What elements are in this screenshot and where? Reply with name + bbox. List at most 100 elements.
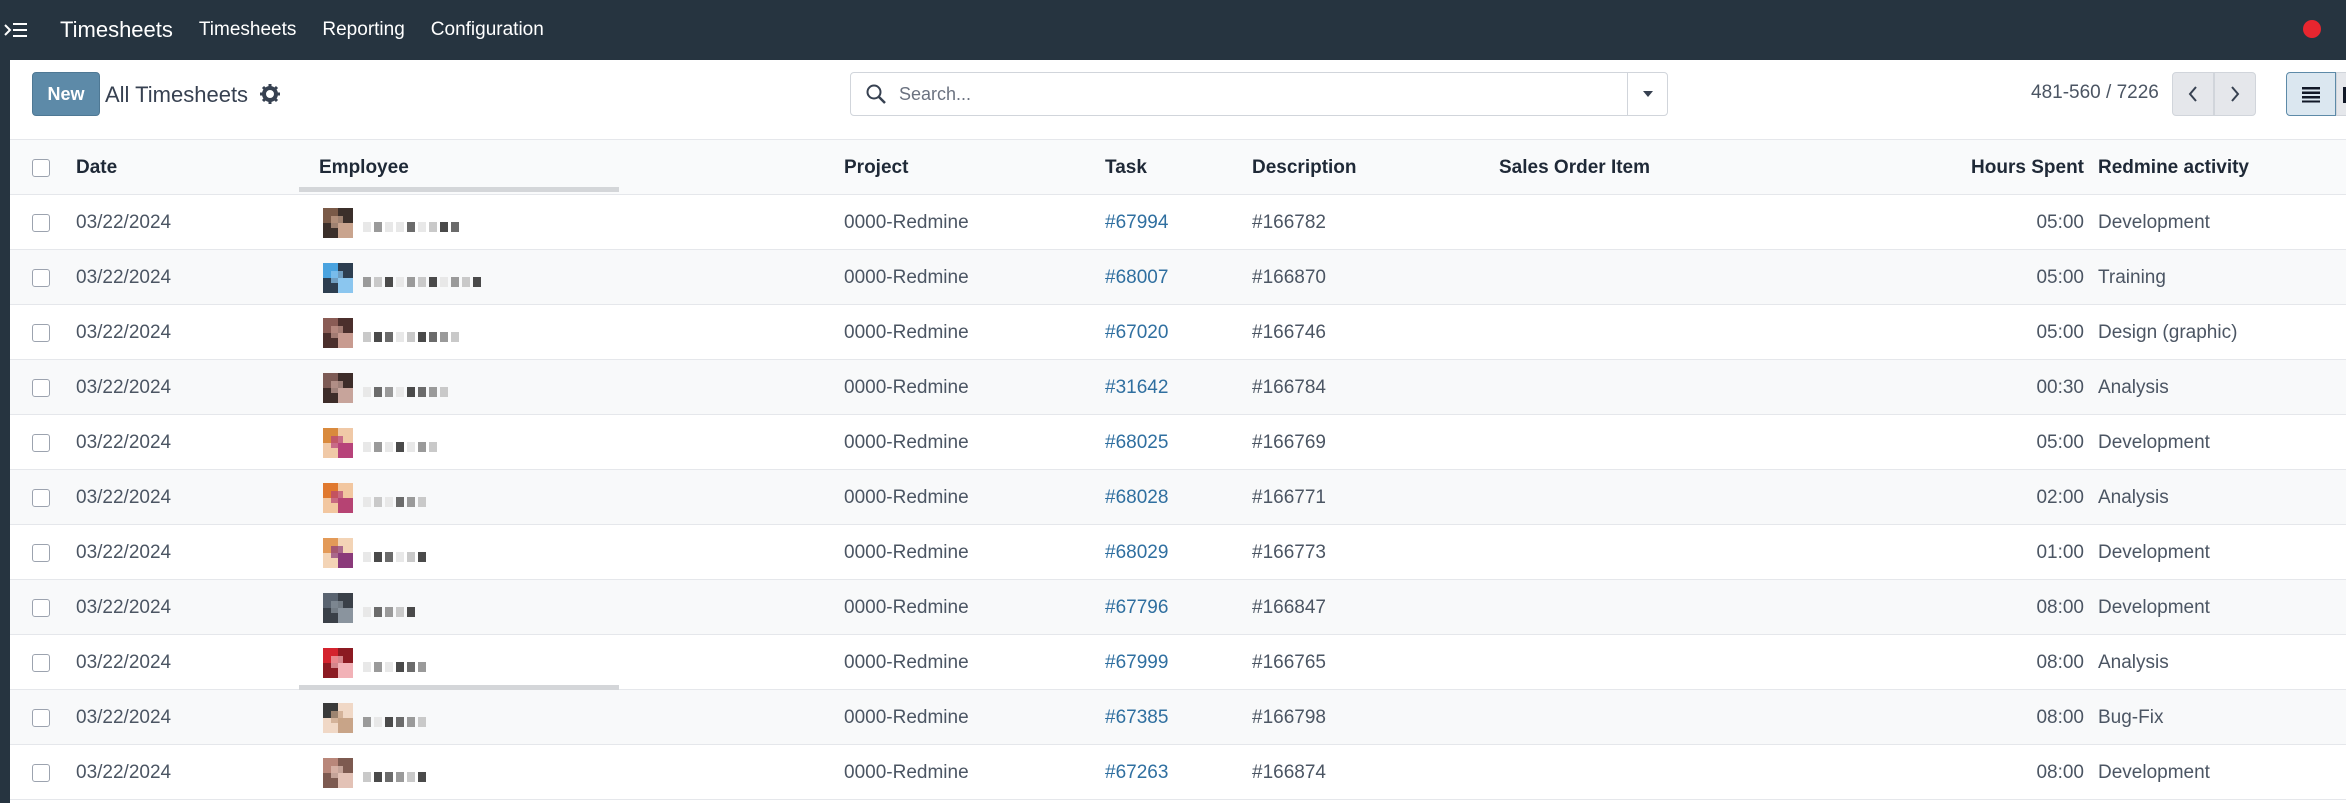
cell-date[interactable]: 03/22/2024 [76,745,171,800]
table-row[interactable]: 03/22/2024 0000-Redmine #67994 #166782 05:00… [10,195,2346,250]
cell-project[interactable]: 0000-Redmine [844,305,969,360]
cell-employee[interactable] [299,195,619,250]
cell-project[interactable]: 0000-Redmine [844,195,969,250]
cell-task-link[interactable]: #68007 [1105,250,1168,305]
cell-project[interactable]: 0000-Redmine [844,690,969,745]
cell-task-link[interactable]: #67994 [1105,195,1168,250]
cell-employee[interactable] [299,745,619,800]
cell-task-link[interactable]: #67263 [1105,745,1168,800]
apps-menu-icon[interactable] [0,0,30,60]
column-header-project[interactable]: Project [844,140,908,195]
cell-redmine-activity[interactable]: Training [2098,250,2166,305]
cell-redmine-activity[interactable]: Analysis [2098,360,2169,415]
table-row[interactable]: 03/22/2024 0000-Redmine #67796 #166847 08:00… [10,580,2346,635]
cell-redmine-activity[interactable]: Analysis [2098,470,2169,525]
row-checkbox[interactable] [32,544,50,562]
cell-redmine-activity[interactable]: Development [2098,580,2210,635]
cell-project[interactable]: 0000-Redmine [844,525,969,580]
cell-date[interactable]: 03/22/2024 [76,415,171,470]
cell-task-link[interactable]: #68029 [1105,525,1168,580]
row-checkbox[interactable] [32,269,50,287]
cell-hours-spent[interactable]: 05:00 [1910,415,2084,470]
cell-project[interactable]: 0000-Redmine [844,635,969,690]
cell-description[interactable]: #166773 [1252,525,1326,580]
cell-redmine-activity[interactable]: Development [2098,525,2210,580]
row-checkbox[interactable] [32,764,50,782]
cell-project[interactable]: 0000-Redmine [844,745,969,800]
cell-redmine-activity[interactable]: Bug-Fix [2098,690,2163,745]
cell-project[interactable]: 0000-Redmine [844,250,969,305]
table-row[interactable]: 03/22/2024 0000-Redmine #68025 #166769 05:00… [10,415,2346,470]
table-row[interactable]: 03/22/2024 0000-Redmine #68007 #166870 05:00… [10,250,2346,305]
cell-redmine-activity[interactable]: Development [2098,415,2210,470]
cell-hours-spent[interactable]: 02:00 [1910,470,2084,525]
cell-hours-spent[interactable]: 08:00 [1910,745,2084,800]
nav-item-timesheets[interactable]: Timesheets [199,19,297,41]
cell-date[interactable]: 03/22/2024 [76,305,171,360]
cell-redmine-activity[interactable]: Design (graphic) [2098,305,2237,360]
column-resize-handle[interactable] [299,187,619,192]
cell-hours-spent[interactable]: 05:00 [1910,305,2084,360]
app-title[interactable]: Timesheets [60,17,173,43]
cell-hours-spent[interactable]: 01:00 [1910,525,2084,580]
cell-description[interactable]: #166769 [1252,415,1326,470]
cell-date[interactable]: 03/22/2024 [76,690,171,745]
table-row[interactable]: 03/22/2024 0000-Redmine #68029 #166773 01:00… [10,525,2346,580]
cell-employee[interactable] [299,580,619,635]
list-view-button[interactable] [2286,72,2336,116]
row-checkbox[interactable] [32,214,50,232]
cell-hours-spent[interactable]: 00:30 [1910,360,2084,415]
select-all-checkbox[interactable] [32,159,50,177]
gear-icon[interactable] [258,82,282,106]
table-row[interactable]: 03/22/2024 0000-Redmine #68028 #166771 02:00… [10,470,2346,525]
pager-previous-button[interactable] [2172,72,2214,116]
row-checkbox[interactable] [32,599,50,617]
cell-date[interactable]: 03/22/2024 [76,195,171,250]
cell-task-link[interactable]: #67999 [1105,635,1168,690]
cell-project[interactable]: 0000-Redmine [844,415,969,470]
pager-value[interactable]: 481-560 / 7226 [2031,82,2159,104]
cell-description[interactable]: #166784 [1252,360,1326,415]
nav-item-configuration[interactable]: Configuration [431,19,544,41]
cell-redmine-activity[interactable]: Development [2098,195,2210,250]
table-row[interactable]: 03/22/2024 0000-Redmine #67999 #166765 08:00… [10,635,2346,690]
cell-project[interactable]: 0000-Redmine [844,470,969,525]
column-header-hours-spent[interactable]: Hours Spent [1910,140,2084,195]
table-row[interactable]: 03/22/2024 0000-Redmine #67385 #166798 08:00… [10,690,2346,745]
cell-task-link[interactable]: #68025 [1105,415,1168,470]
pager-next-button[interactable] [2214,72,2256,116]
cell-employee[interactable] [299,305,619,360]
row-checkbox[interactable] [32,434,50,452]
cell-task-link[interactable]: #31642 [1105,360,1168,415]
column-header-sales-order-item[interactable]: Sales Order Item [1499,140,1650,195]
table-row[interactable]: 03/22/2024 0000-Redmine #67020 #166746 05:00… [10,305,2346,360]
cell-description[interactable]: #166782 [1252,195,1326,250]
table-row[interactable]: 03/22/2024 0000-Redmine #31642 #166784 00:30… [10,360,2346,415]
column-header-redmine-activity[interactable]: Redmine activity [2098,140,2249,195]
cell-date[interactable]: 03/22/2024 [76,470,171,525]
notification-dot-icon[interactable] [2303,20,2321,38]
cell-employee[interactable] [299,635,619,690]
cell-employee[interactable] [299,250,619,305]
cell-employee[interactable] [299,415,619,470]
cell-description[interactable]: #166771 [1252,470,1326,525]
cell-employee[interactable] [299,525,619,580]
column-header-date[interactable]: Date [76,140,117,195]
cell-hours-spent[interactable]: 08:00 [1910,690,2084,745]
cell-project[interactable]: 0000-Redmine [844,360,969,415]
cell-hours-spent[interactable]: 08:00 [1910,580,2084,635]
cell-task-link[interactable]: #67385 [1105,690,1168,745]
cell-hours-spent[interactable]: 05:00 [1910,195,2084,250]
column-header-description[interactable]: Description [1252,140,1357,195]
search-options-toggle[interactable] [1627,73,1667,115]
table-row[interactable]: 03/22/2024 0000-Redmine #67263 #166874 08:00… [10,745,2346,800]
cell-employee[interactable] [299,360,619,415]
column-header-task[interactable]: Task [1105,140,1147,195]
cell-hours-spent[interactable]: 08:00 [1910,635,2084,690]
cell-description[interactable]: #166874 [1252,745,1326,800]
cell-redmine-activity[interactable]: Development [2098,745,2210,800]
cell-description[interactable]: #166746 [1252,305,1326,360]
cell-description[interactable]: #166798 [1252,690,1326,745]
cell-task-link[interactable]: #67796 [1105,580,1168,635]
cell-employee[interactable] [299,470,619,525]
